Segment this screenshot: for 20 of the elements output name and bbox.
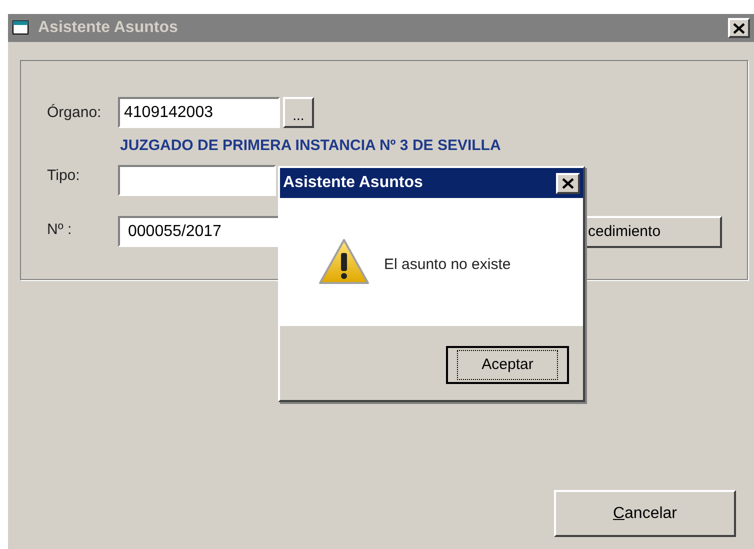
- input-field[interactable]: 4109142003: [118, 97, 280, 128]
- field-label: Órgano:: [47, 103, 102, 123]
- input-field[interactable]: [118, 165, 276, 196]
- warning-icon: [318, 238, 370, 286]
- field-label: Nº :: [47, 220, 72, 240]
- window-icon: [12, 20, 30, 36]
- dialog-title: Asistente Asuntos: [283, 173, 423, 193]
- window-title: Asistente Asuntos: [38, 18, 178, 38]
- close-button[interactable]: [556, 172, 580, 194]
- procedure-button[interactable]: cedimiento: [585, 216, 722, 248]
- court-name: JUZGADO DE PRIMERA INSTANCIA Nº 3 DE SEVILLA: [120, 136, 501, 156]
- cancel-button[interactable]: Cancelar: [554, 490, 736, 537]
- message-text: El asunto no existe: [384, 255, 511, 275]
- close-icon: [562, 178, 574, 188]
- input-field[interactable]: 000055/2017: [118, 216, 280, 247]
- close-button[interactable]: [728, 18, 750, 38]
- field-label: Tipo:: [47, 166, 80, 186]
- browse-button[interactable]: ...: [283, 97, 314, 128]
- ok-button[interactable]: Aceptar: [446, 346, 569, 384]
- close-icon: [733, 22, 745, 34]
